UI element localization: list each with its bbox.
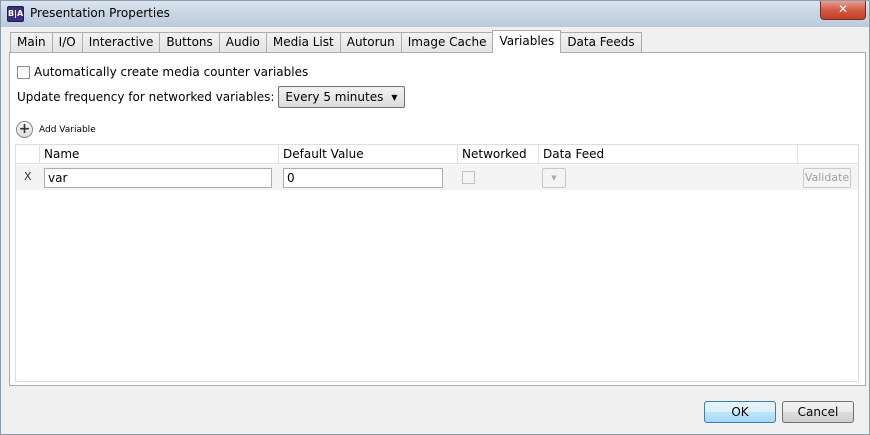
tab-interactive[interactable]: Interactive — [81, 32, 161, 53]
variable-name-input[interactable]: var — [44, 168, 272, 188]
auto-counter-checkbox[interactable] — [17, 65, 30, 79]
tab-io[interactable]: I/O — [51, 32, 83, 53]
tab-image-cache[interactable]: Image Cache — [400, 32, 494, 53]
ok-button[interactable]: OK — [704, 401, 776, 423]
app-logo-icon: B|A — [7, 6, 24, 22]
tab-media-list[interactable]: Media List — [265, 32, 341, 53]
default-value-input[interactable]: 0 — [283, 168, 443, 188]
plus-icon: + — [16, 121, 33, 138]
update-frequency-label: Update frequency for networked variables… — [17, 90, 275, 104]
header-spacer-end — [798, 145, 858, 164]
column-header-networked[interactable]: Networked — [458, 145, 539, 164]
add-variable-label: Add Variable — [39, 124, 96, 135]
delete-row-button[interactable]: X — [24, 170, 32, 183]
header-spacer — [16, 145, 40, 164]
add-variable-button[interactable]: + Add Variable — [16, 121, 96, 138]
column-header-name[interactable]: Name — [40, 145, 279, 164]
data-feed-dropdown[interactable]: ▼ — [542, 168, 566, 188]
update-frequency-dropdown[interactable]: Every 5 minutes ▼ — [278, 86, 405, 108]
tab-buttons[interactable]: Buttons — [159, 32, 220, 53]
tab-strip: Main I/O Interactive Buttons Audio Media… — [10, 30, 642, 53]
auto-counter-label[interactable]: Automatically create media counter varia… — [34, 65, 308, 79]
window-title: Presentation Properties — [30, 6, 170, 20]
title-bar[interactable]: B|A Presentation Properties ✕ — [1, 1, 869, 27]
dropdown-arrow-icon: ▼ — [391, 92, 398, 102]
column-header-data-feed[interactable]: Data Feed — [539, 145, 798, 164]
grid-header: Name Default Value Networked Data Feed — [16, 145, 858, 164]
tab-autorun[interactable]: Autorun — [339, 32, 402, 53]
auto-counter-row: Automatically create media counter varia… — [17, 65, 308, 79]
validate-button[interactable]: Validate — [803, 168, 851, 188]
close-button[interactable]: ✕ — [820, 1, 866, 20]
presentation-properties-dialog: B|A Presentation Properties ✕ Main I/O I… — [0, 0, 870, 435]
cancel-button[interactable]: Cancel — [782, 401, 854, 423]
tab-data-feeds[interactable]: Data Feeds — [560, 32, 642, 53]
tab-variables[interactable]: Variables — [492, 30, 562, 53]
update-frequency-value: Every 5 minutes — [285, 90, 384, 104]
networked-checkbox[interactable] — [462, 171, 475, 184]
tab-audio[interactable]: Audio — [218, 32, 267, 53]
column-header-default-value[interactable]: Default Value — [279, 145, 458, 164]
update-frequency-row: Update frequency for networked variables… — [17, 86, 405, 108]
variables-panel: Automatically create media counter varia… — [9, 52, 866, 386]
variables-grid: Name Default Value Networked Data Feed X… — [15, 144, 859, 382]
table-row: X var 0 ▼ Validate — [16, 165, 858, 190]
tab-main[interactable]: Main — [10, 32, 53, 53]
